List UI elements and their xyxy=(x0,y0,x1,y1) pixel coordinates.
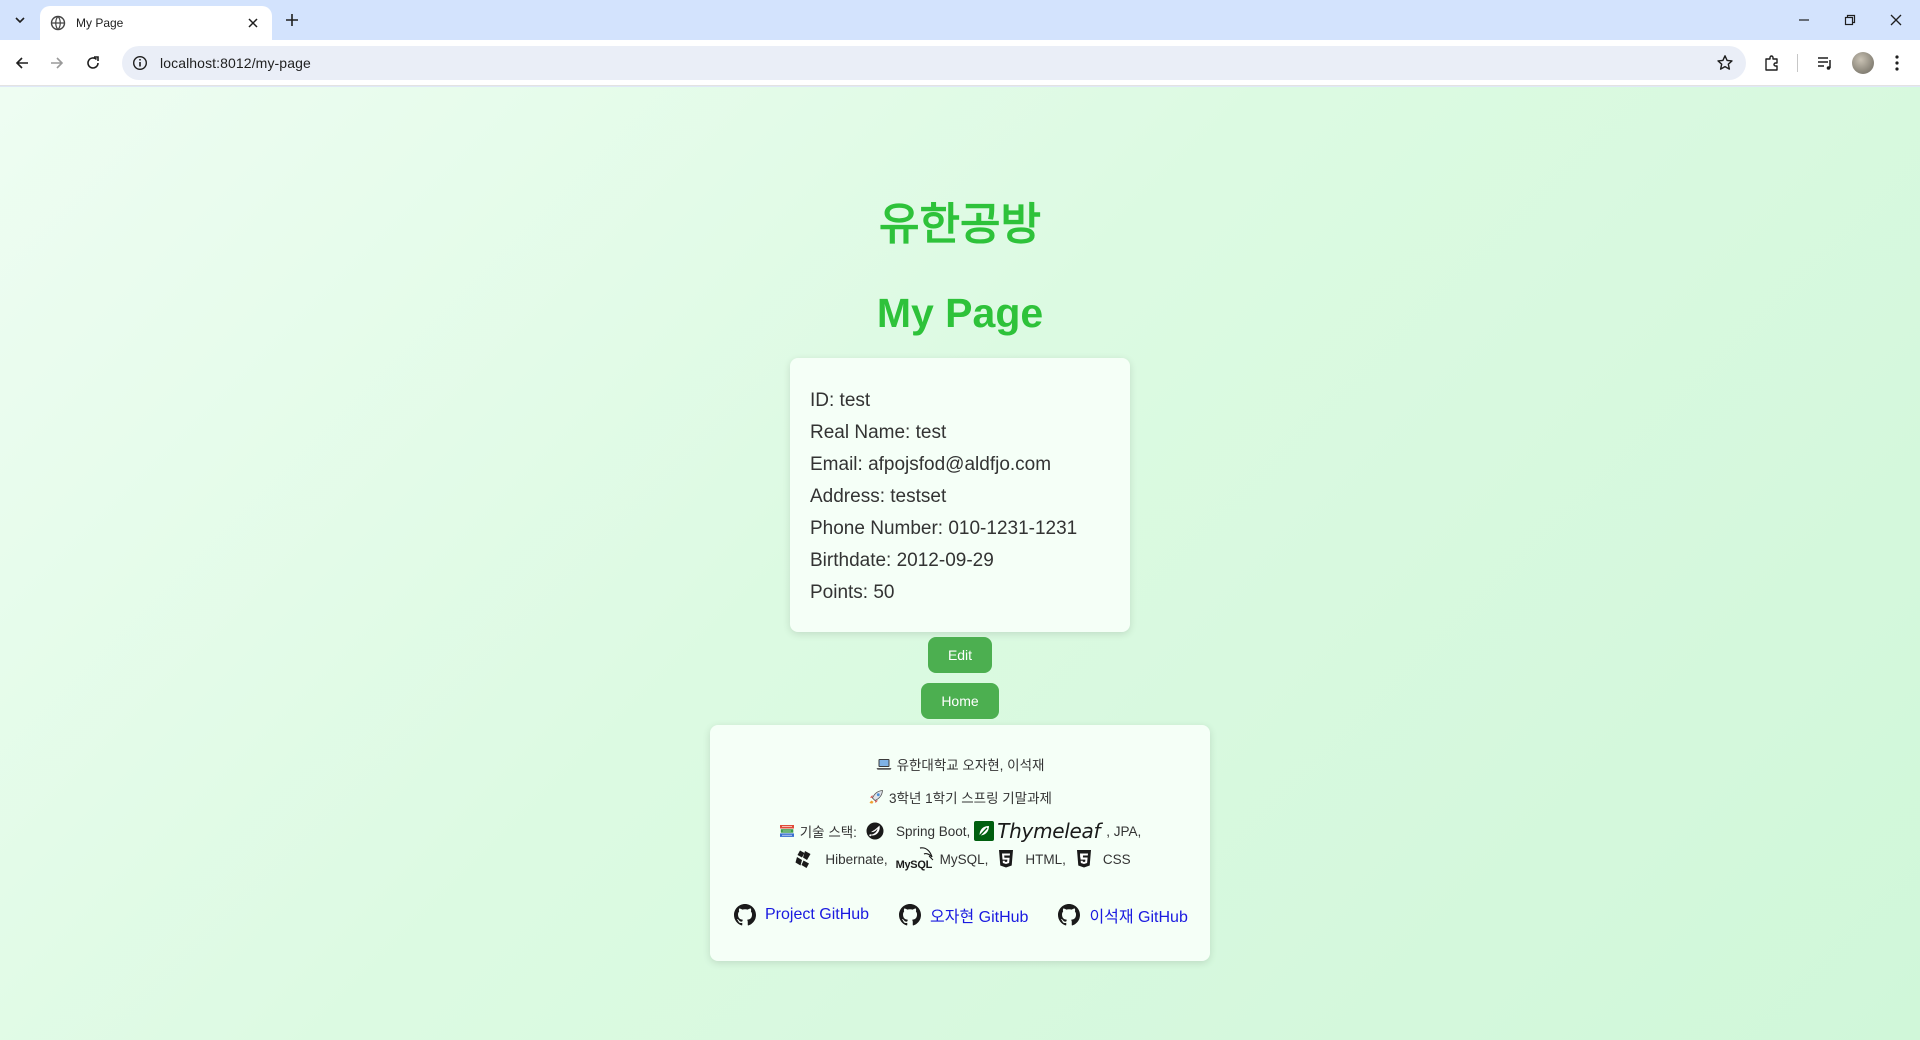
new-tab-button[interactable] xyxy=(280,8,304,32)
css3-icon xyxy=(1076,849,1092,869)
github-icon xyxy=(1058,904,1081,926)
close-tab-icon[interactable] xyxy=(244,14,262,32)
footer-course-text: 3학년 1학기 스프링 기말과제 xyxy=(889,791,1052,806)
minimize-icon xyxy=(1799,19,1809,21)
browser-menu-button[interactable] xyxy=(1885,51,1909,75)
reload-icon xyxy=(87,56,99,69)
leeseokjae-github-label: 이석재 GitHub xyxy=(1089,909,1188,926)
profile-card: ID: test Real Name: test Email: afpojsfo… xyxy=(790,358,1130,632)
tab-strip: My Page xyxy=(0,0,1920,40)
tech-stack-line-2: Hibernate, MySQL MySQL, HTML, CSS xyxy=(710,842,1210,876)
spring-boot-label: Spring Boot, xyxy=(895,823,971,839)
github-icon xyxy=(734,904,756,926)
profile-points: Points: 50 xyxy=(810,582,895,603)
ojahyun-github-link[interactable]: 오자현 GitHub xyxy=(899,903,1028,927)
mysql-icon: MySQL xyxy=(896,845,936,873)
project-github-label: Project GitHub xyxy=(765,906,870,923)
page-title: My Page xyxy=(876,290,1044,336)
project-github-link[interactable]: Project GitHub xyxy=(734,904,869,926)
profile-avatar[interactable] xyxy=(1852,52,1874,74)
back-button[interactable] xyxy=(8,49,36,77)
jpa-label: , JPA, xyxy=(1106,823,1142,839)
minimize-button[interactable] xyxy=(1790,6,1818,34)
toolbar-divider xyxy=(1797,54,1798,72)
site-info-icon[interactable] xyxy=(132,55,148,71)
address-bar[interactable]: localhost:8012/my-page xyxy=(122,46,1746,80)
thymeleaf-logo-text: Thymeleaf xyxy=(997,819,1101,843)
url-text: localhost:8012/my-page xyxy=(160,55,311,71)
globe-icon xyxy=(50,15,66,31)
profile-phone: Phone Number: 010-1231-1231 xyxy=(810,518,1078,539)
mysql-label: MySQL, xyxy=(939,851,989,867)
tab-title: My Page xyxy=(76,16,124,30)
footer-course: 3학년 1학기 스프링 기말과제 xyxy=(710,787,1210,807)
tech-stack-label: 기술 스택: xyxy=(799,825,857,840)
home-button[interactable]: Home xyxy=(921,683,999,719)
footer-authors: 유한대학교 오자현, 이석재 xyxy=(710,754,1210,774)
spring-icon xyxy=(865,821,885,841)
laptop-icon xyxy=(876,756,892,772)
profile-id: ID: test xyxy=(810,390,871,411)
html-label: HTML, xyxy=(1025,851,1066,867)
profile-email: Email: afpojsfod@aldfjo.com xyxy=(810,454,1052,475)
thymeleaf-icon: Thymeleaf xyxy=(974,819,1101,843)
extensions-button[interactable] xyxy=(1760,51,1784,75)
rocket-icon xyxy=(868,789,884,805)
github-icon xyxy=(899,904,922,926)
leeseokjae-github-link[interactable]: 이석재 GitHub xyxy=(1058,903,1188,927)
puzzle-icon xyxy=(1765,55,1778,71)
books-icon xyxy=(779,823,795,839)
close-window-button[interactable] xyxy=(1882,6,1910,34)
chevron-down-icon xyxy=(15,17,25,24)
edit-button[interactable]: Edit xyxy=(928,637,992,673)
reload-button[interactable] xyxy=(79,49,107,77)
plus-icon xyxy=(286,14,298,26)
tab-search-button[interactable] xyxy=(8,8,32,32)
profile-real-name: Real Name: test xyxy=(810,422,947,443)
footer-authors-text: 유한대학교 오자현, 이석재 xyxy=(896,758,1045,773)
restore-button[interactable] xyxy=(1836,6,1864,34)
profile-address: Address: testset xyxy=(810,486,947,507)
page-viewport: 유한공방 My Page ID: test Real Name: test Em… xyxy=(0,87,1920,1040)
mysql-logo-text: MySQL xyxy=(895,859,933,871)
restore-icon xyxy=(1844,14,1856,26)
hibernate-label: Hibernate, xyxy=(825,851,888,867)
footer-card: 유한대학교 오자현, 이석재 3학년 1학기 스프링 기말과제 기술 스택: S… xyxy=(710,725,1210,961)
forward-button[interactable] xyxy=(43,49,71,77)
html5-icon xyxy=(998,849,1014,869)
media-controls-button[interactable] xyxy=(1813,51,1837,75)
hibernate-icon xyxy=(794,849,814,869)
close-icon xyxy=(1890,14,1902,26)
active-tab[interactable]: My Page xyxy=(40,6,272,40)
bookmark-star-icon[interactable] xyxy=(1716,54,1734,72)
arrow-right-icon xyxy=(51,57,64,69)
browser-toolbar: localhost:8012/my-page xyxy=(0,40,1920,86)
more-vertical-icon xyxy=(1895,55,1899,71)
site-title: 유한공방 xyxy=(879,199,1041,250)
profile-birthdate: Birthdate: 2012-09-29 xyxy=(810,550,994,571)
ojahyun-github-label: 오자현 GitHub xyxy=(930,909,1029,926)
arrow-left-icon xyxy=(15,57,28,69)
css-label: CSS xyxy=(1102,851,1131,867)
media-queue-icon xyxy=(1818,57,1831,70)
github-links: Project GitHub 오자현 GitHub 이석재 GitHub xyxy=(710,903,1210,927)
